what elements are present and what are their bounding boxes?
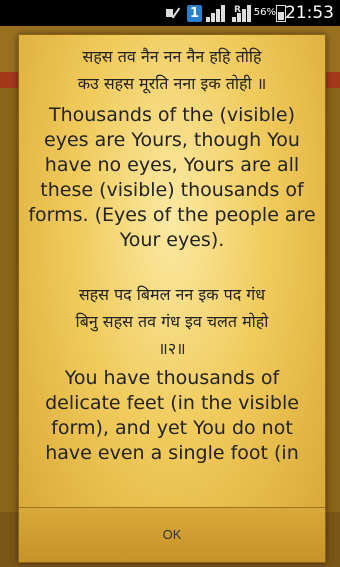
signal-icon [206,4,228,22]
status-bar: 1 R 56% 21:53 [0,0,340,26]
muted-icon [165,6,183,20]
clock: 21:53 [285,3,334,23]
verse-2-line-3: ॥२॥ [158,339,186,358]
ok-button[interactable]: OK [19,508,325,562]
battery-percent: 56% [253,7,276,18]
verse-dialog: सहस तव नैन नन नैन हहि तोहि कउ सहस मूरति … [18,34,326,563]
translation-1: Thousands of the (visible) eyes are Your… [28,104,316,251]
roaming-signal-icon: R [232,4,254,22]
verse-1-line-1: सहस तव नैन नन नैन हहि तोहि [82,47,262,66]
dialog-content[interactable]: सहस तव नैन नन नैन हहि तोहि कउ सहस मूरति … [19,35,325,505]
verse-2-line-2: बिनु सहस तव गंध इव चलत मोहो [75,312,269,331]
verse-2: सहस पद बिमल नन इक पद गंध बिनु सहस तव गंध… [19,281,325,362]
dialog-button-bar: OK [19,507,325,562]
verse-2-line-1: सहस पद बिमल नन इक पद गंध [78,285,266,304]
verse-1: सहस तव नैन नन नैन हहि तोहि कउ सहस मूरति … [19,43,325,97]
verse-1-line-2: कउ सहस मूरति नना इक तोही ॥ [77,74,267,93]
notification-1-icon: 1 [187,4,202,22]
translation-2: You have thousands of delicate feet (in … [45,367,299,464]
status-icons: 1 R [165,4,254,22]
